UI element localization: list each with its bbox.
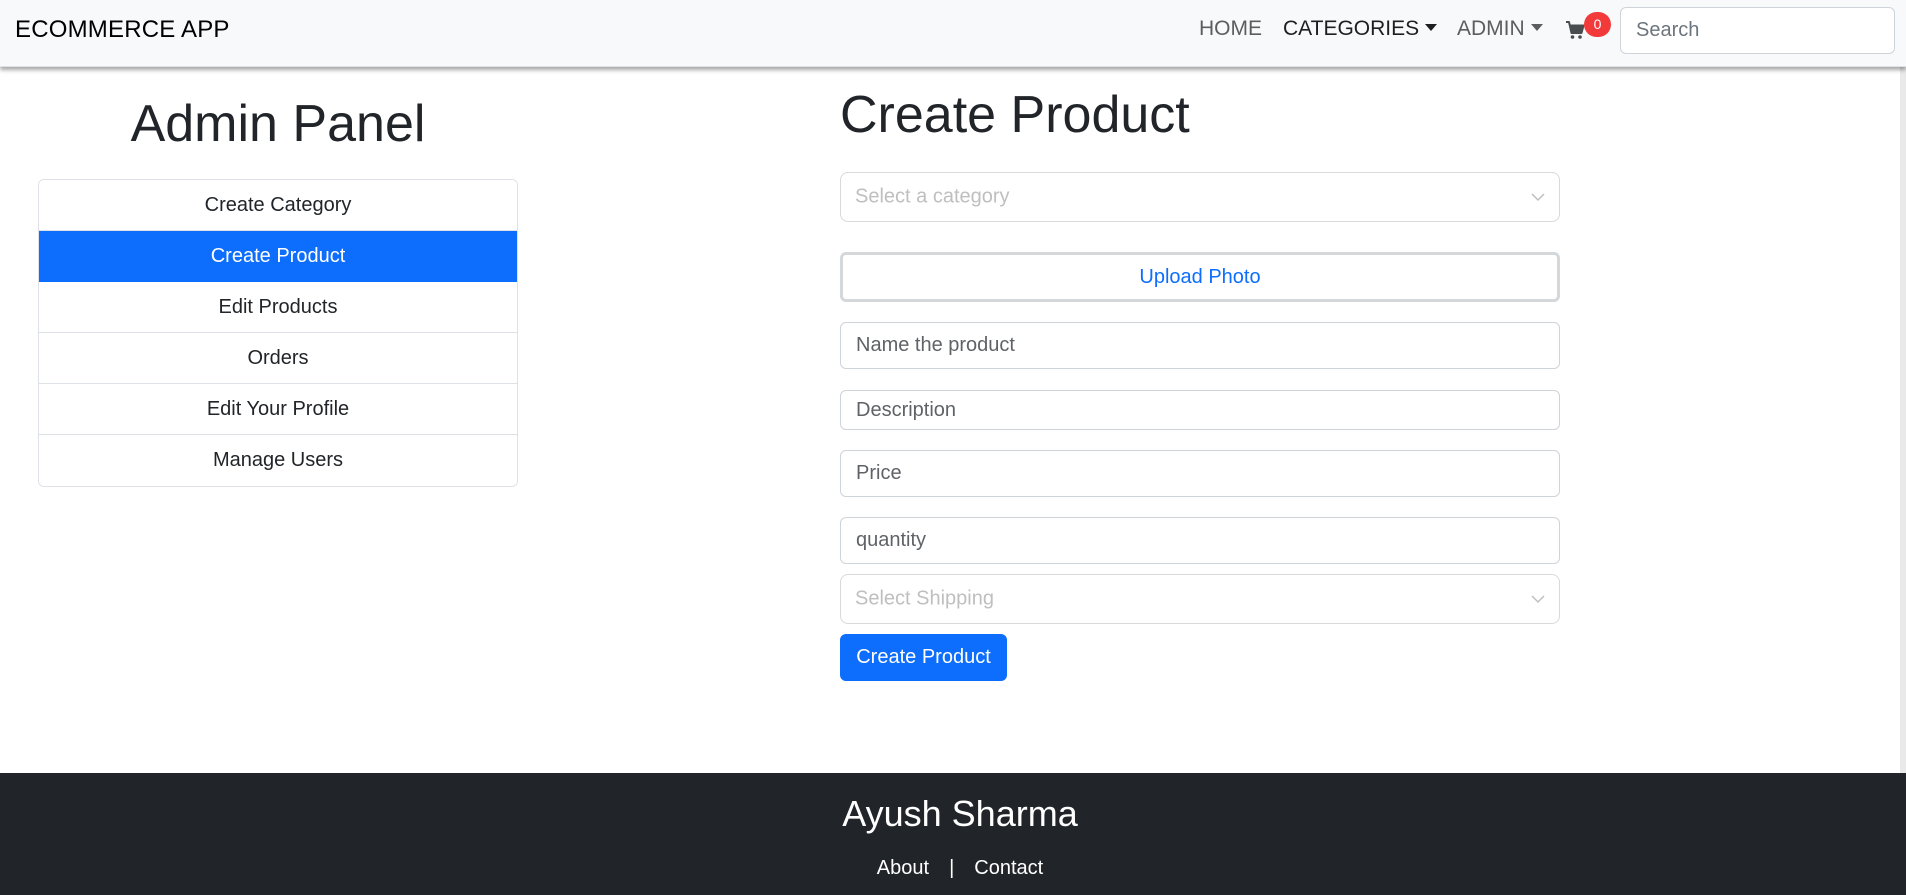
cart-icon[interactable] [1565,20,1585,40]
footer-separator: | [949,857,955,879]
footer-about-link[interactable]: About [877,857,929,880]
menu-item-edit-profile[interactable]: Edit Your Profile [39,384,517,435]
cart-count-badge: 0 [1584,12,1611,37]
menu-item-create-product[interactable]: Create Product [39,231,517,282]
shipping-select-placeholder: Select Shipping [855,587,994,610]
quantity-input[interactable] [840,517,1560,564]
footer: Ayush Sharma About | Contact [0,773,1906,895]
brand-logo[interactable]: ECOMMERCE APP [15,16,230,44]
footer-links: About | Contact [0,857,1906,880]
admin-menu: Create Category Create Product Edit Prod… [38,179,518,487]
shipping-select[interactable]: Select Shipping [840,574,1560,624]
product-name-input[interactable] [840,322,1560,369]
chevron-down-icon [1531,595,1545,604]
footer-author-name: Ayush Sharma [842,793,1078,834]
caret-down-icon [1530,23,1543,31]
chevron-down-icon [1531,193,1545,202]
description-input[interactable] [840,390,1560,430]
nav-admin-dropdown[interactable]: ADMIN [1457,17,1543,41]
page-title: Create Product [840,86,1190,144]
nav-categories-label: CATEGORIES [1283,17,1420,40]
footer-contact-link[interactable]: Contact [974,857,1043,880]
upload-photo-button[interactable]: Upload Photo [840,252,1560,302]
menu-item-manage-users[interactable]: Manage Users [39,435,517,486]
category-select[interactable]: Select a category [840,172,1560,222]
menu-item-edit-products[interactable]: Edit Products [39,282,517,333]
create-product-button[interactable]: Create Product [840,634,1007,681]
search-input[interactable] [1620,7,1895,54]
navbar: ECOMMERCE APP HOME CATEGORIES ADMIN 0 [0,0,1906,67]
admin-panel-title: Admin Panel [130,95,426,153]
price-input[interactable] [840,450,1560,497]
scrollbar[interactable] [1900,67,1906,773]
category-select-placeholder: Select a category [855,185,1010,208]
menu-item-create-category[interactable]: Create Category [39,180,517,231]
caret-down-icon [1425,23,1438,31]
menu-item-orders[interactable]: Orders [39,333,517,384]
nav-categories-dropdown[interactable]: CATEGORIES [1283,17,1438,41]
nav-home[interactable]: HOME [1199,17,1262,41]
nav-admin-label: ADMIN [1457,17,1525,40]
